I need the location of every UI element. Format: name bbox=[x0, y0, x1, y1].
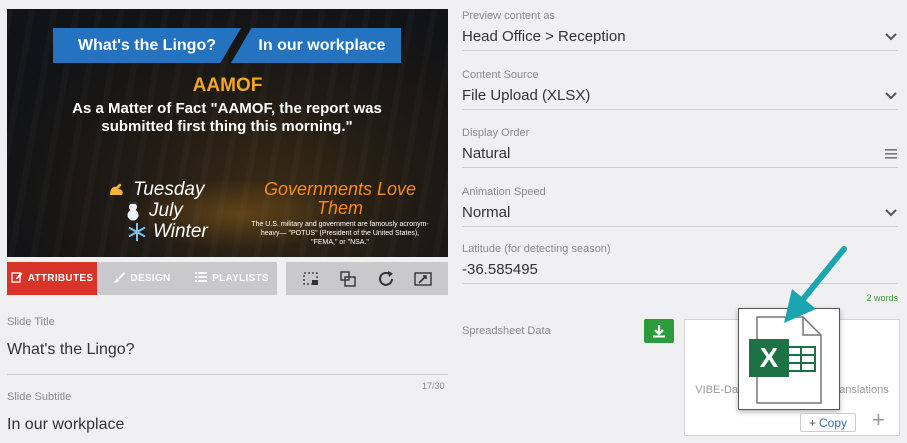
content-source-label: Content Source bbox=[462, 69, 539, 81]
fullscreen-button[interactable] bbox=[412, 268, 434, 290]
snowman-icon bbox=[123, 201, 143, 221]
preview-month: July bbox=[149, 200, 183, 221]
tab-playlists[interactable]: PLAYLISTS bbox=[187, 262, 277, 295]
file-name-right: anslations bbox=[839, 384, 889, 396]
tab-playlists-label: PLAYLISTS bbox=[212, 273, 269, 284]
slide-subtitle-input[interactable]: In our workplace bbox=[7, 416, 124, 434]
preview-fun-title: Governments Love Them bbox=[263, 179, 417, 218]
preview-toolbar bbox=[286, 262, 448, 295]
edit-icon bbox=[11, 271, 23, 286]
tab-attributes-label: ATTRIBUTES bbox=[27, 273, 94, 284]
subtitle-char-counter: 17/30 bbox=[422, 381, 445, 391]
chevron-down-icon bbox=[885, 208, 897, 216]
display-order-label: Display Order bbox=[462, 127, 530, 139]
preview-content-field[interactable]: Preview content as Head Office > Recepti… bbox=[462, 10, 898, 51]
layers-icon bbox=[340, 270, 356, 287]
animation-speed-select[interactable]: Normal bbox=[462, 204, 510, 221]
spreadsheet-data-label: Spreadsheet Data bbox=[462, 325, 551, 337]
editor-tabs: ATTRIBUTES DESIGN PLAYLISTS bbox=[7, 262, 277, 295]
snowflake-icon bbox=[127, 222, 147, 242]
preview-banner-title: What's the Lingo? bbox=[53, 28, 241, 63]
download-icon bbox=[653, 325, 665, 338]
chevron-down-icon bbox=[885, 32, 897, 40]
brush-icon bbox=[113, 271, 126, 286]
word-count: 2 words bbox=[866, 293, 898, 303]
layers-button[interactable] bbox=[337, 268, 359, 290]
list-icon bbox=[195, 271, 208, 286]
plus-icon: + bbox=[808, 415, 816, 430]
safe-area-button[interactable] bbox=[300, 268, 322, 290]
drag-handle-icon[interactable] bbox=[884, 148, 898, 159]
preview-date-block: Tuesday July Winter bbox=[107, 179, 242, 242]
pointer-arrow-icon bbox=[784, 246, 847, 323]
download-button[interactable] bbox=[644, 319, 674, 343]
tab-design[interactable]: DESIGN bbox=[97, 262, 187, 295]
copy-button[interactable]: + Copy bbox=[800, 413, 856, 432]
chevron-down-icon bbox=[885, 91, 897, 99]
animation-speed-label: Animation Speed bbox=[462, 186, 546, 198]
fullscreen-icon bbox=[414, 271, 432, 286]
slide-preview: What's the Lingo? In our workplace AAMOF… bbox=[7, 9, 448, 257]
copy-button-label: Copy bbox=[819, 415, 848, 430]
safe-area-icon bbox=[303, 271, 318, 285]
svg-text:X: X bbox=[760, 342, 779, 373]
add-button[interactable]: + bbox=[872, 407, 885, 433]
slide-title-label: Slide Title bbox=[7, 316, 55, 328]
preview-banner-subtitle: In our workplace bbox=[231, 28, 401, 63]
display-order-field[interactable]: Display Order Natural bbox=[462, 127, 898, 168]
flexed-arm-icon bbox=[107, 180, 127, 200]
file-name-left: VIBE-Da bbox=[695, 384, 739, 396]
animation-speed-field[interactable]: Animation Speed Normal bbox=[462, 186, 898, 227]
refresh-button[interactable] bbox=[375, 268, 397, 290]
tab-design-label: DESIGN bbox=[130, 273, 171, 284]
content-source-field[interactable]: Content Source File Upload (XLSX) bbox=[462, 69, 898, 110]
preview-content-label: Preview content as bbox=[462, 10, 555, 22]
preview-day: Tuesday bbox=[133, 179, 205, 200]
slide-title-underline bbox=[7, 374, 448, 375]
slide-title-input[interactable]: What's the Lingo? bbox=[7, 341, 135, 359]
display-order-select[interactable]: Natural bbox=[462, 145, 510, 162]
preview-fun-text: The U.S. military and government are fam… bbox=[251, 221, 429, 246]
tab-attributes[interactable]: ATTRIBUTES bbox=[7, 262, 97, 295]
refresh-icon bbox=[378, 270, 393, 286]
content-source-select[interactable]: File Upload (XLSX) bbox=[462, 87, 590, 104]
preview-meaning: As a Matter of Fact "AAMOF, the report w… bbox=[72, 100, 382, 135]
preview-content-select[interactable]: Head Office > Reception bbox=[462, 28, 626, 45]
slide-subtitle-label: Slide Subtitle bbox=[7, 391, 72, 403]
latitude-input[interactable]: -36.585495 bbox=[462, 261, 538, 278]
preview-acronym: AAMOF bbox=[192, 75, 263, 96]
preview-season: Winter bbox=[153, 221, 208, 242]
